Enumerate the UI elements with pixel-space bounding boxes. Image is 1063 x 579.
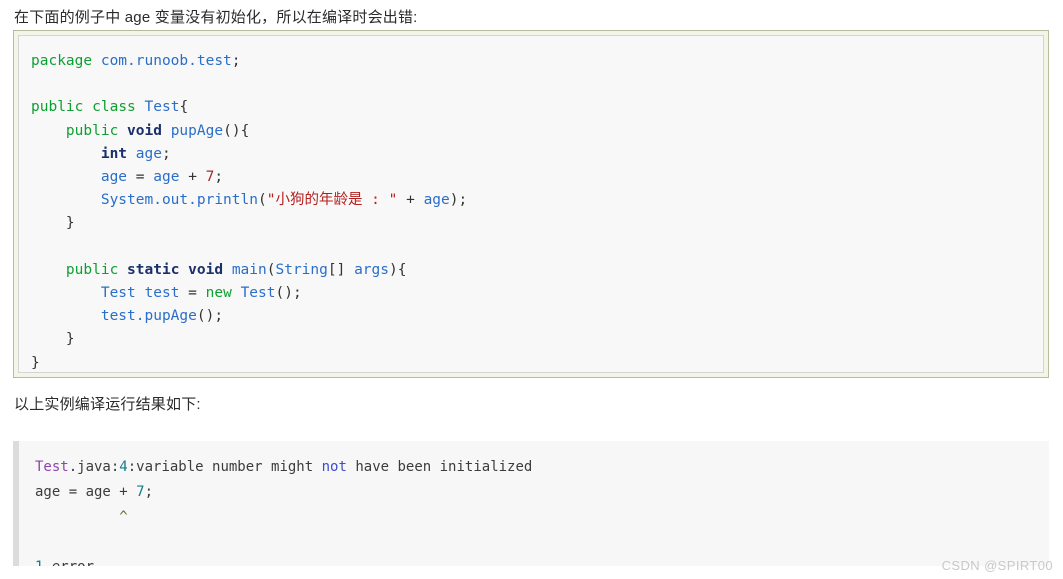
token-method-main: main	[231, 261, 267, 278]
token-brackets: []	[327, 261, 346, 278]
csdn-watermark: CSDN @SPIRT00	[941, 558, 1053, 573]
token-brace-open-3: {	[397, 261, 407, 278]
token-string-literal: "小狗的年龄是 : "	[266, 192, 398, 209]
token-void-type-2: void	[188, 261, 224, 278]
token-void-type: void	[127, 122, 162, 139]
output-source-line-end: ;	[144, 484, 154, 500]
token-package-keyword: package	[31, 53, 93, 69]
token-paren-open-2: (	[257, 192, 267, 209]
compiler-output-block: Test.java:4:variable number might not ha…	[13, 441, 1049, 566]
token-new-keyword: new	[205, 285, 232, 302]
java-code-inner: package com.runoob.test; public class Te…	[18, 35, 1044, 373]
output-file-name: Test	[35, 459, 69, 475]
token-paren-open: (	[223, 122, 232, 139]
token-plus-2: +	[406, 192, 415, 209]
token-system-out-println: System.out.println	[100, 192, 258, 209]
intro-paragraph: 在下面的例子中 age 变量没有初始化，所以在编译时会出错:	[14, 9, 418, 26]
output-message-end: have been initialized	[346, 459, 533, 475]
token-paren-close-2: )	[449, 192, 459, 209]
token-var-age-4: age	[423, 192, 450, 209]
java-code-text: package com.runoob.test; public class Te…	[19, 36, 1043, 372]
token-public-keyword-2: public	[65, 122, 119, 139]
token-static-keyword: static	[127, 261, 180, 278]
token-assign-2: =	[188, 285, 197, 302]
output-caret-marker: ^	[119, 509, 128, 525]
output-source-line-start: age = age +	[35, 484, 137, 500]
token-call-pupage: test.pupAge	[100, 308, 197, 325]
token-assign: =	[135, 169, 145, 186]
output-error-label: error	[43, 559, 94, 566]
token-brace-close-3: }	[31, 354, 40, 371]
token-var-age-2: age	[100, 169, 128, 186]
token-brace-close-2: }	[65, 331, 75, 348]
token-var-test: test	[144, 285, 180, 302]
token-var-age: age	[135, 145, 162, 162]
token-semicolon-3: ;	[214, 169, 224, 186]
token-plus: +	[188, 169, 197, 186]
output-line-number: 4	[119, 459, 128, 475]
output-message-start: :variable number might	[127, 459, 322, 475]
token-var-age-3: age	[153, 169, 180, 186]
token-var-args: args	[354, 261, 389, 278]
token-semicolon-6: ;	[214, 308, 224, 325]
token-brace-open: {	[179, 99, 189, 116]
token-semicolon: ;	[231, 53, 241, 69]
token-public-keyword: public	[31, 99, 84, 116]
java-code-block: package com.runoob.test; public class Te…	[13, 30, 1049, 378]
output-source-number: 7	[136, 484, 145, 500]
token-package-name: com.runoob.test	[100, 53, 232, 69]
output-file-ext: .java:	[68, 459, 120, 475]
token-paren-open-5: (	[196, 308, 206, 325]
token-semicolon-2: ;	[161, 145, 171, 162]
token-paren-open-4: (	[275, 285, 285, 302]
token-class-name: Test	[144, 99, 180, 116]
token-class-name-2: Test	[100, 285, 136, 302]
compiler-output-text: Test.java:4:variable number might not ha…	[19, 441, 1049, 566]
token-paren-close: )	[231, 122, 241, 139]
token-semicolon-5: ;	[292, 285, 302, 302]
token-public-keyword-3: public	[65, 261, 119, 278]
token-string-type: String	[275, 261, 328, 278]
token-paren-close-3: )	[389, 261, 398, 278]
result-paragraph: 以上实例编译运行结果如下:	[14, 396, 201, 413]
token-brace-open-2: {	[240, 122, 250, 139]
token-class-name-3: Test	[240, 285, 276, 302]
token-method-pupage: pupAge	[170, 122, 224, 139]
token-int-type: int	[100, 145, 128, 162]
token-brace-close: }	[65, 215, 75, 232]
token-semicolon-4: ;	[458, 192, 468, 209]
output-keyword-not: not	[321, 459, 347, 475]
token-paren-close-4: )	[284, 285, 293, 302]
token-class-keyword: class	[92, 99, 136, 116]
